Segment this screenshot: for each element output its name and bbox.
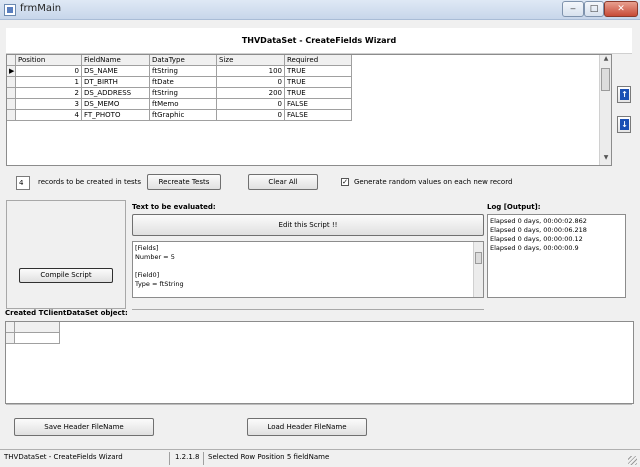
table-cell[interactable]: ftMemo [150,99,217,110]
grid-header-cell[interactable] [15,322,60,333]
scroll-thumb[interactable] [475,252,482,264]
grid-corner [7,55,16,66]
grid-header-datatype[interactable]: DataType [150,55,217,66]
row-indicator[interactable] [7,88,16,99]
table-cell[interactable]: DS_NAME [82,66,150,77]
size-grip-icon[interactable] [628,456,637,465]
table-cell[interactable]: 4 [16,110,82,121]
row-indicator-icon[interactable]: ▶ [7,66,16,77]
table-cell[interactable]: DT_BIRTH [82,77,150,88]
close-button[interactable]: ✕ [604,1,638,17]
status-app-name: THVDataSet - CreateFields Wizard [4,453,123,461]
move-field-up-button[interactable]: ↑ [617,86,631,103]
load-header-filename-button[interactable]: Load Header FileName [247,418,367,436]
compile-panel [6,200,126,309]
move-field-down-button[interactable]: ↓ [617,116,631,133]
records-count-label: records to be created in tests [38,178,142,186]
script-text[interactable]: [Fields] Number = 5 [Field0] Type = ftSt… [135,244,184,289]
minimize-button[interactable]: ‒ [562,1,584,17]
table-cell[interactable]: 0 [16,66,82,77]
status-version: 1.2.1.8 [175,453,200,461]
table-cell[interactable] [15,333,60,344]
fields-grid[interactable]: Position FieldName DataType Size Require… [6,54,612,166]
script-vertical-scrollbar[interactable] [473,242,483,297]
table-cell[interactable]: 0 [217,110,285,121]
table-cell[interactable]: TRUE [285,77,352,88]
table-cell[interactable]: 2 [16,88,82,99]
table-cell[interactable]: 200 [217,88,285,99]
log-output-memo[interactable]: Elapsed 0 days, 00:00:02.862 Elapsed 0 d… [487,214,626,298]
table-cell[interactable]: ftString [150,88,217,99]
table-cell[interactable]: 3 [16,99,82,110]
table-cell[interactable]: FALSE [285,99,352,110]
checkmark-icon: ✓ [342,178,348,186]
compile-script-button[interactable]: Compile Script [19,268,113,283]
records-count-input[interactable]: 4 [16,176,30,190]
grid-vertical-scrollbar[interactable]: ▲ ▼ [599,55,611,165]
script-memo[interactable]: [Fields] Number = 5 [Field0] Type = ftSt… [132,241,484,298]
table-cell[interactable]: 0 [217,77,285,88]
table-cell[interactable]: FALSE [285,110,352,121]
wizard-title: THVDataSet - CreateFields Wizard [241,36,397,45]
random-values-checkbox[interactable]: ✓ [341,178,349,186]
table-cell[interactable]: TRUE [285,66,352,77]
app-icon[interactable] [4,4,16,16]
arrow-down-icon: ↓ [620,119,629,130]
client-dataset-grid[interactable] [5,321,634,404]
edit-script-button[interactable]: Edit this Script !! [132,214,484,236]
table-cell[interactable]: ftString [150,66,217,77]
table-cell[interactable]: DS_MEMO [82,99,150,110]
scroll-up-arrow-icon[interactable]: ▲ [600,55,612,66]
random-values-label[interactable]: Generate random values on each new recor… [354,178,512,186]
log-title: Log [Output]: [487,203,541,211]
window-title: frmMain [20,3,62,14]
log-text[interactable]: Elapsed 0 days, 00:00:02.862 Elapsed 0 d… [490,217,587,253]
status-message: Selected Row Position 5 fieldName [208,453,330,461]
client-area: THVDataSet - CreateFields Wizard Positio… [0,20,640,467]
table-cell[interactable]: DS_ADDRESS [82,88,150,99]
table-cell[interactable]: FT_PHOTO [82,110,150,121]
table-cell[interactable]: 1 [16,77,82,88]
wizard-header: THVDataSet - CreateFields Wizard [6,28,632,54]
clear-all-button[interactable]: Clear All [248,174,318,190]
table-cell[interactable]: ftGraphic [150,110,217,121]
status-separator [203,452,204,465]
divider [132,309,484,310]
table-cell[interactable]: 0 [217,99,285,110]
row-indicator[interactable] [7,99,16,110]
maximize-button[interactable]: □ [584,1,604,17]
table-cell[interactable]: ftDate [150,77,217,88]
row-indicator[interactable] [7,77,16,88]
grid-header-position[interactable]: Position [16,55,82,66]
table-cell[interactable]: TRUE [285,88,352,99]
window-titlebar[interactable]: frmMain ‒ □ ✕ [0,0,640,20]
row-indicator[interactable] [6,333,15,344]
scroll-thumb[interactable] [601,68,610,91]
grid-header-required[interactable]: Required [285,55,352,66]
status-bar: THVDataSet - CreateFields Wizard 1.2.1.8… [0,449,640,467]
recreate-tests-button[interactable]: Recreate Tests [147,174,221,190]
scroll-down-arrow-icon[interactable]: ▼ [600,154,612,165]
script-section-title: Text to be evaluated: [132,203,216,211]
grid-header-size[interactable]: Size [217,55,285,66]
save-header-filename-button[interactable]: Save Header FileName [14,418,154,436]
row-indicator[interactable] [7,110,16,121]
status-separator [169,452,170,465]
arrow-up-icon: ↑ [620,89,629,100]
grid-header-fieldname[interactable]: FieldName [82,55,150,66]
client-dataset-title: Created TClientDataSet object: [5,309,128,317]
table-cell[interactable]: 100 [217,66,285,77]
grid-corner [6,322,15,333]
